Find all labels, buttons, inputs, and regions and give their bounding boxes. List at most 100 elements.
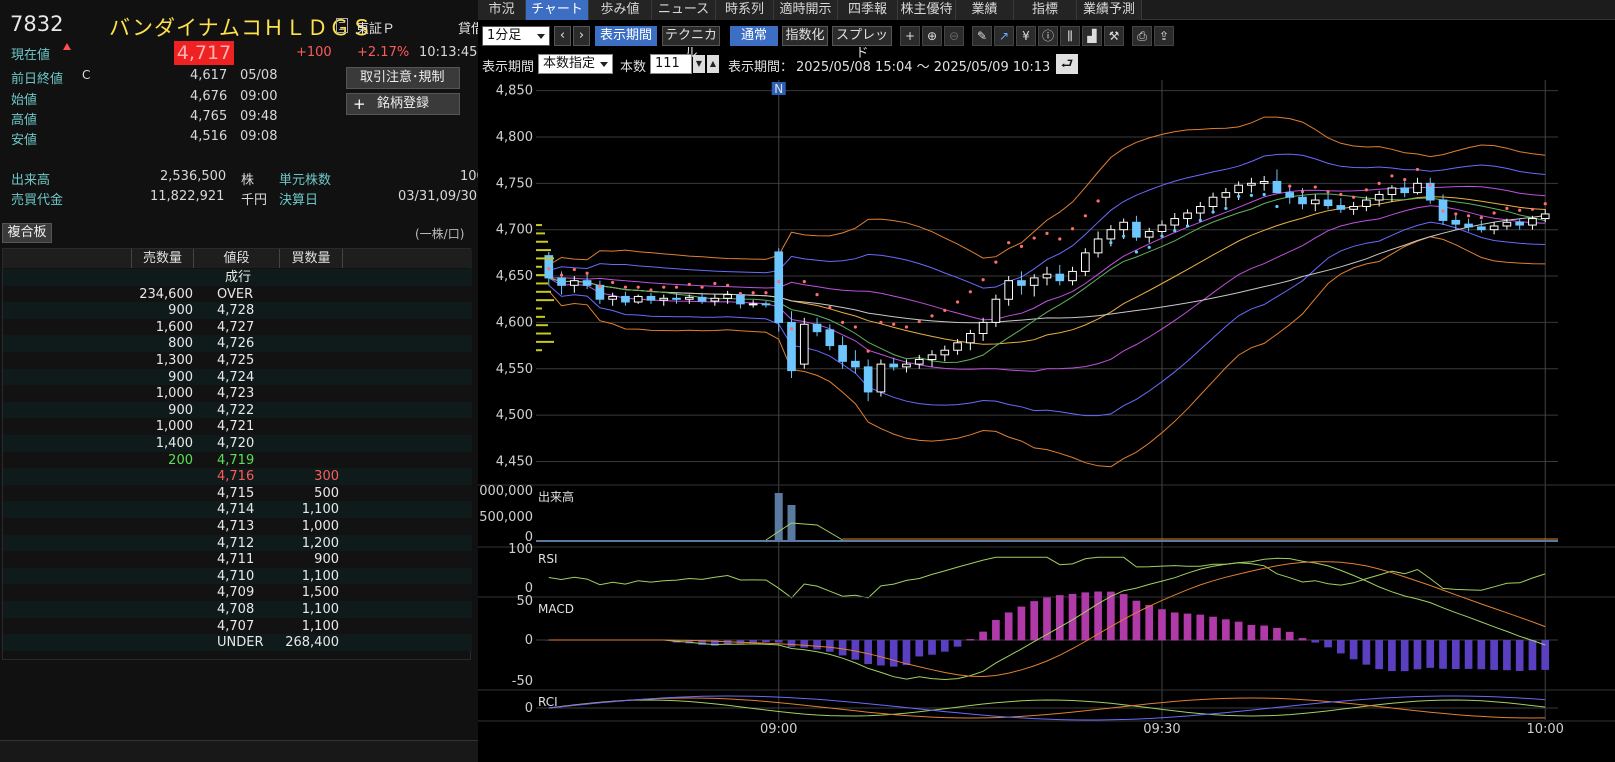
sar-dot: [943, 308, 947, 312]
order-book-row[interactable]: 4,714 1,100: [3, 501, 472, 519]
count-up-icon[interactable]: ▲: [707, 55, 719, 73]
chevron-down-icon: [537, 34, 545, 39]
sar-dot: [1109, 241, 1113, 245]
macd-histogram-bar: [1119, 594, 1128, 641]
candle-body: [1374, 193, 1384, 201]
volume-profile-bar: [536, 332, 551, 335]
combined-board-button[interactable]: 複合板: [2, 223, 52, 243]
price-tick-label: 4,550: [496, 362, 533, 377]
reset-icon[interactable]: ⮐: [1056, 54, 1078, 74]
export-icon[interactable]: ⇪: [1154, 26, 1174, 46]
order-book-row[interactable]: 4,709 1,500: [3, 584, 472, 602]
document-icon[interactable]: [336, 18, 348, 33]
chart-area[interactable]: 4,850 4,800 4,750 4,700 4,650 4,600 4,550 4,500…: [478, 80, 1615, 762]
display-period-button[interactable]: 表示期間: [595, 26, 657, 46]
tab-7[interactable]: 株主優待: [898, 0, 956, 20]
order-book-row[interactable]: 4,708 1,100: [3, 601, 472, 618]
candle-body: [697, 296, 707, 302]
next-button[interactable]: ›: [573, 26, 590, 46]
price-cell: 4,709: [217, 585, 255, 601]
macd-histogram-bar: [1196, 614, 1205, 641]
tab-1[interactable]: チャート: [526, 0, 589, 20]
tab-0[interactable]: 市況: [478, 0, 526, 20]
period-mode-select[interactable]: 本数指定: [538, 54, 613, 74]
order-book-row[interactable]: 1,300 4,725: [3, 352, 472, 369]
rsi-pane-label: RSI: [538, 552, 558, 566]
macd-histogram-bar: [838, 640, 847, 656]
order-book-row[interactable]: 200 4,719: [3, 451, 472, 469]
index-mode-button[interactable]: 指数化: [782, 26, 828, 46]
order-book-row[interactable]: 234,600 OVER: [3, 285, 472, 303]
sar-dot: [1083, 214, 1087, 218]
order-book-row[interactable]: 1,000 4,723: [3, 385, 472, 403]
tab-2[interactable]: 歩み値: [589, 0, 652, 20]
count-down-icon[interactable]: ▼: [693, 55, 705, 73]
info-icon[interactable]: ⓘ: [1038, 26, 1058, 46]
tab-8[interactable]: 業績: [956, 0, 1014, 20]
candle-body: [710, 297, 720, 302]
macd-histogram-bar: [1349, 640, 1358, 660]
order-book-row[interactable]: 1,600 4,727: [3, 318, 472, 336]
tab-9[interactable]: 指標: [1014, 0, 1077, 20]
tab-5[interactable]: 適時開示: [774, 0, 838, 20]
order-book-row[interactable]: 1,000 4,721: [3, 418, 472, 436]
wrench-icon[interactable]: ⚒: [1104, 26, 1124, 46]
prev-button[interactable]: ‹: [554, 26, 571, 46]
register-stock-button[interactable]: + 銘柄登録: [346, 93, 460, 115]
trend-select-icon[interactable]: ↗: [994, 26, 1014, 46]
order-book-row[interactable]: 800 4,726: [3, 335, 472, 353]
order-book-row[interactable]: 4,710 1,100: [3, 567, 472, 585]
order-book-row[interactable]: 4,711 900: [3, 551, 472, 569]
order-book-row[interactable]: 1,400 4,720: [3, 435, 472, 452]
spread-mode-button[interactable]: スプレッド: [832, 26, 892, 61]
count-input[interactable]: 111: [650, 54, 692, 74]
order-book-row[interactable]: 4,713 1,000: [3, 518, 472, 535]
price-cell: 4,720: [217, 436, 255, 451]
tab-4[interactable]: 時系列: [716, 0, 774, 20]
sar-dot: [1530, 207, 1535, 211]
volume-profile-icon[interactable]: ▟: [1082, 26, 1102, 46]
sar-dot: [968, 290, 972, 294]
price-tick-label: 4,700: [496, 223, 533, 238]
trade-caution-button[interactable]: 取引注意･規制: [346, 67, 460, 89]
order-book-row[interactable]: 4,715 500: [3, 484, 472, 502]
volume-value: 2,536,500: [160, 169, 227, 184]
order-book-row[interactable]: 4,712 1,200: [3, 534, 472, 552]
tab-6[interactable]: 四季報: [838, 0, 898, 20]
candle-body: [1489, 225, 1499, 231]
macd-histogram-bar: [1081, 592, 1090, 641]
sar-dot: [904, 325, 909, 329]
open-label: 始値: [11, 93, 38, 108]
price-cell: 成行: [225, 270, 252, 285]
order-book-row[interactable]: 900 4,722: [3, 401, 472, 419]
order-book-row[interactable]: 4,707 1,100: [3, 617, 472, 635]
order-book-row[interactable]: 900 4,724: [3, 368, 472, 386]
price-cell: 4,713: [217, 519, 255, 534]
sar-dot: [955, 300, 960, 304]
stock-name[interactable]: バンダイナムコＨＬＤＧＳ: [109, 12, 373, 42]
candle-body: [1144, 231, 1154, 238]
candle-body: [1247, 182, 1256, 186]
candle-body: [1477, 226, 1486, 231]
technical-button[interactable]: テクニカル: [662, 26, 720, 61]
pencil-icon[interactable]: ✎: [972, 26, 992, 46]
tab-3[interactable]: ニュース: [652, 0, 716, 20]
zoom-out-icon[interactable]: ⊖: [944, 26, 964, 46]
order-book-row[interactable]: 900 4,728: [3, 302, 472, 320]
sar-dot: [1403, 178, 1407, 182]
yen-icon[interactable]: ¥: [1016, 26, 1036, 46]
order-book-row[interactable]: 成行: [3, 269, 472, 286]
interval-select[interactable]: 1分足: [482, 26, 550, 46]
macd-histogram-bar: [1273, 627, 1281, 641]
order-book-row[interactable]: UNDER 268,400: [3, 634, 472, 652]
tab-10[interactable]: 業績予測: [1077, 0, 1142, 20]
zoom-in-icon[interactable]: ⊕: [922, 26, 942, 46]
crosshair-icon[interactable]: +: [900, 26, 920, 46]
normal-mode-button[interactable]: 通常: [730, 26, 778, 46]
sar-dot: [1466, 214, 1471, 218]
print-icon[interactable]: ⎙: [1132, 26, 1152, 46]
low-time: 09:08: [240, 129, 278, 144]
order-book-row[interactable]: 4,716 300: [3, 468, 472, 486]
volume-profile-bar: [536, 340, 554, 343]
my-chart-icon[interactable]: ⫼: [1060, 26, 1080, 46]
